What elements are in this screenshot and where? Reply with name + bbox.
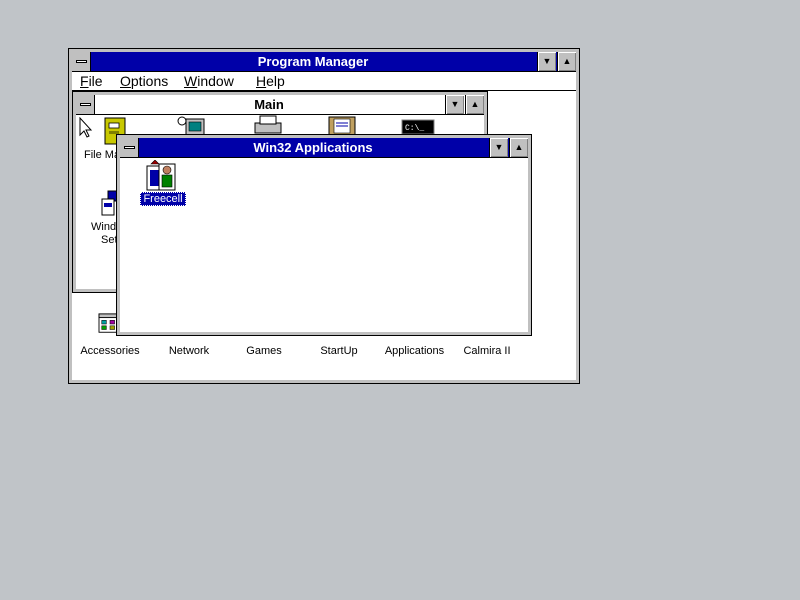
group-label: Applications bbox=[384, 345, 445, 357]
minimize-button[interactable]: ▼ bbox=[445, 95, 464, 114]
menu-options[interactable]: Options bbox=[120, 73, 168, 89]
group-label: Network bbox=[168, 345, 210, 357]
system-menu-button[interactable] bbox=[72, 52, 91, 71]
window-title: Program Manager bbox=[257, 54, 369, 69]
group-label: Calmira II bbox=[463, 345, 511, 357]
maximize-button[interactable]: ▲ bbox=[509, 138, 528, 157]
system-menu-icon bbox=[124, 146, 135, 149]
minimize-button[interactable]: ▼ bbox=[489, 138, 508, 157]
file-manager-label: File Ma bbox=[84, 149, 121, 161]
freecell-icon bbox=[146, 160, 176, 191]
selected-label-text: Freecell bbox=[140, 192, 186, 206]
group-label: StartUp bbox=[320, 345, 358, 357]
clipboard-icon[interactable] bbox=[326, 115, 358, 135]
win32-applications-window[interactable]: Win32 Applications ▼ ▲ Freecell bbox=[116, 134, 532, 336]
menu-bar: File Options Window Help bbox=[72, 72, 576, 91]
program-item-freecell[interactable]: Freecell bbox=[138, 160, 188, 208]
system-menu-icon bbox=[76, 60, 87, 63]
dos-prompt-icon[interactable]: C:\_ bbox=[401, 119, 435, 135]
system-menu-button[interactable] bbox=[76, 95, 95, 114]
maximize-button[interactable]: ▲ bbox=[465, 95, 484, 114]
menu-window[interactable]: Window bbox=[184, 73, 234, 89]
window-title: Win32 Applications bbox=[253, 140, 373, 155]
main-titlebar[interactable]: Main ▼ ▲ bbox=[76, 95, 484, 115]
system-menu-icon bbox=[80, 103, 91, 106]
maximize-button[interactable]: ▲ bbox=[557, 52, 576, 71]
group-label: Games bbox=[246, 345, 282, 357]
freecell-label: Freecell bbox=[138, 192, 188, 206]
mouse-pointer-icon bbox=[79, 117, 93, 138]
program-manager-titlebar[interactable]: Program Manager ▼ ▲ bbox=[72, 52, 576, 72]
system-menu-button[interactable] bbox=[120, 138, 139, 157]
win32-group-contents: Freecell bbox=[120, 158, 528, 332]
svg-text:C:\_: C:\_ bbox=[405, 124, 424, 133]
print-manager-icon[interactable] bbox=[251, 115, 283, 135]
group-label: Accessories bbox=[80, 345, 140, 357]
menu-file[interactable]: File bbox=[80, 73, 103, 89]
win32-titlebar[interactable]: Win32 Applications ▼ ▲ bbox=[120, 138, 528, 158]
window-title: Main bbox=[254, 97, 284, 112]
menu-help[interactable]: Help bbox=[256, 73, 285, 89]
minimize-button[interactable]: ▼ bbox=[537, 52, 556, 71]
